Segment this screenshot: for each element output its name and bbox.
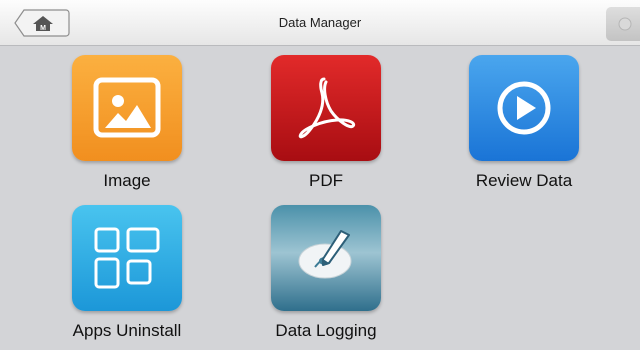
app-apps-uninstall[interactable]: Apps Uninstall [42,205,212,341]
corner-button[interactable] [606,7,640,41]
app-label: Image [103,171,151,190]
data-logging-icon [298,230,352,279]
play-icon [497,81,551,135]
data-logging-tile[interactable] [271,205,381,311]
app-pdf[interactable]: PDF [241,55,411,191]
image-tile[interactable] [72,55,182,161]
apps-grid-icon [94,227,160,289]
svg-text:M: M [40,25,46,32]
app-grid: Image PDF Review Data Apps Uninstall Dat… [0,46,640,350]
page-title: Data Manager [278,15,362,30]
app-image[interactable]: Image [42,55,212,191]
title-bar: M Data Manager [0,0,640,46]
pdf-icon [298,77,356,139]
home-icon: M [14,9,70,37]
app-review-data[interactable]: Review Data [439,55,609,191]
app-label: Review Data [475,171,573,190]
app-label: Data Logging [275,321,377,340]
image-icon [93,77,161,138]
pdf-tile[interactable] [271,55,381,161]
home-button[interactable]: M [14,9,70,37]
app-label: Apps Uninstall [72,321,182,340]
app-label: PDF [309,171,343,190]
apps-uninstall-tile[interactable] [72,205,182,311]
settings-icon [618,17,632,31]
review-data-tile[interactable] [469,55,579,161]
app-data-logging[interactable]: Data Logging [241,205,411,341]
